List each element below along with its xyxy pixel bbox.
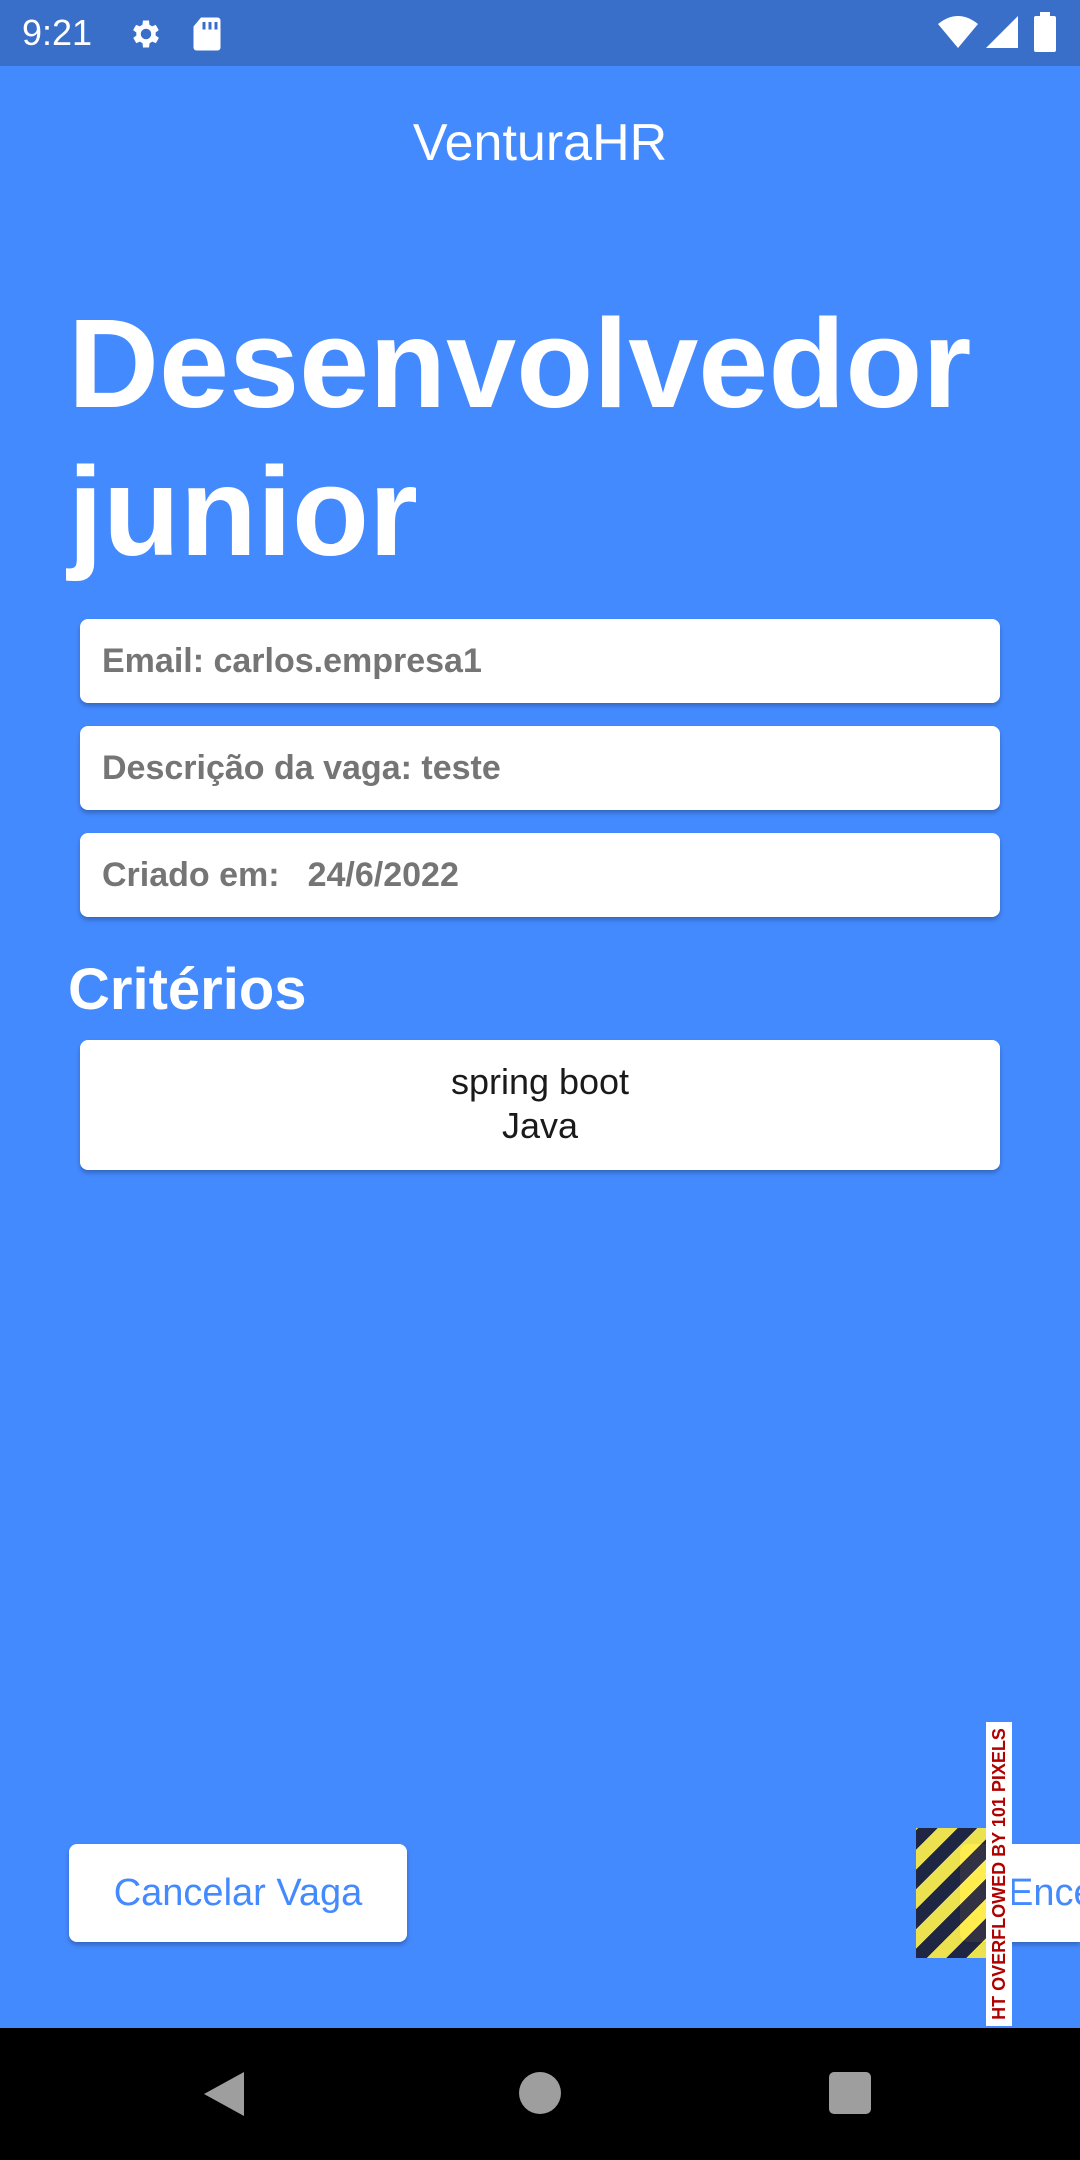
home-icon[interactable] (519, 2072, 561, 2114)
created-date-field: Criado em: 24/6/2022 (80, 833, 1000, 917)
overflow-warning-label: HT OVERFLOWED BY 101 PIXELS (989, 1728, 1009, 2020)
created-label: Criado em: (102, 856, 280, 894)
description-field: Descrição da vaga: teste (80, 726, 1000, 810)
signal-icon (984, 14, 1020, 55)
criteria-item: spring boot (450, 1061, 630, 1102)
gear-icon (128, 16, 164, 57)
job-title: Desenvolvedor junior (68, 293, 972, 582)
status-time: 9:21 (22, 12, 93, 53)
back-icon[interactable] (204, 2072, 244, 2116)
overflow-warning: HT OVERFLOWED BY 101 PIXELS (986, 1722, 1012, 2026)
criteria-item: Java (501, 1105, 579, 1146)
recents-icon[interactable] (829, 2072, 871, 2114)
overflow-warning-stripes (916, 1828, 986, 1958)
criteria-card: spring boot Java (80, 1040, 1000, 1170)
wifi-icon (936, 14, 980, 55)
email-field: Email: carlos.empresa1 (80, 619, 1000, 703)
app-title: VenturaHR (412, 114, 668, 172)
criteria-title: Critérios (68, 957, 307, 1022)
sd-card-icon (192, 16, 222, 57)
navigation-bar (0, 2028, 1080, 2160)
cancel-job-button[interactable]: Cancelar Vaga (69, 1844, 407, 1942)
status-bar: 9:21 (0, 0, 1080, 66)
screen: 9:21 VenturaHR Desenvolvedor junior Emai… (0, 0, 1080, 2160)
created-date: 24/6/2022 (307, 856, 459, 894)
battery-icon (1034, 12, 1056, 57)
